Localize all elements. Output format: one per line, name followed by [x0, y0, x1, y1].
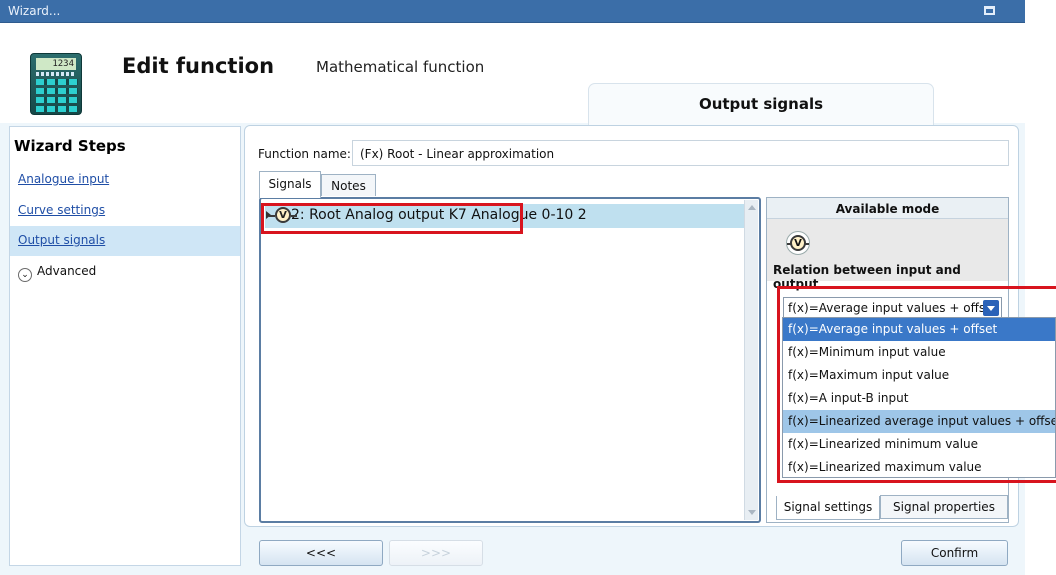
- step-curve-settings-link[interactable]: Curve settings: [18, 203, 105, 217]
- dropdown-option[interactable]: f(x)=Average input values + offset: [783, 318, 1055, 341]
- next-button[interactable]: >>>: [389, 540, 483, 566]
- step-output-signals[interactable]: Output signals: [10, 226, 240, 256]
- dropdown-option[interactable]: f(x)=Maximum input value: [783, 364, 1055, 387]
- wizard-window: Wizard... 1234 Edit function Mathematica…: [0, 0, 1056, 575]
- function-name-field[interactable]: (Fx) Root - Linear approximation: [352, 140, 1009, 166]
- tab-signal-settings[interactable]: Signal settings: [776, 496, 880, 520]
- tab-notes[interactable]: Notes: [321, 174, 376, 196]
- signal-highlight-box: [261, 203, 523, 234]
- chevron-down-icon[interactable]: ⌄: [18, 268, 32, 282]
- confirm-button[interactable]: Confirm: [901, 540, 1008, 566]
- dropdown-option[interactable]: f(x)=A input-B input: [783, 387, 1055, 410]
- signals-scrollbar[interactable]: [744, 200, 758, 520]
- step-advanced[interactable]: ⌄ Advanced: [10, 257, 240, 287]
- calculator-icon: 1234: [30, 53, 82, 115]
- dropdown-option[interactable]: f(x)=Linearized maximum value: [783, 456, 1055, 479]
- dropdown-option[interactable]: f(x)=Minimum input value: [783, 341, 1055, 364]
- page-title: Edit function: [122, 54, 275, 78]
- step-analogue-input-link[interactable]: Analogue input: [18, 172, 109, 186]
- back-button[interactable]: <<<: [259, 540, 383, 566]
- title-bar: Wizard...: [0, 0, 1025, 23]
- available-mode-title: Available mode: [767, 198, 1008, 219]
- maximize-icon[interactable]: [984, 6, 995, 15]
- tab-output-signals[interactable]: Output signals: [588, 83, 934, 125]
- wizard-steps-sidebar: Wizard Steps Analogue input Curve settin…: [9, 126, 241, 566]
- voltage-mode-icon[interactable]: V: [786, 231, 810, 255]
- step-advanced-label: Advanced: [37, 264, 97, 278]
- step-analogue-input[interactable]: Analogue input: [10, 165, 240, 195]
- dropdown-option[interactable]: f(x)=Linearized average input values + o…: [783, 410, 1055, 433]
- calculator-display: 1234: [36, 58, 76, 70]
- step-curve-settings[interactable]: Curve settings: [10, 196, 240, 226]
- tab-signals[interactable]: Signals: [259, 171, 321, 198]
- relation-dropdown-list: f(x)=Average input values + offset f(x)=…: [782, 317, 1056, 478]
- step-output-signals-link[interactable]: Output signals: [18, 233, 105, 247]
- scroll-down-icon[interactable]: [748, 510, 756, 515]
- wizard-steps-title: Wizard Steps: [14, 137, 126, 155]
- window-title: Wizard...: [8, 4, 61, 18]
- function-type: Mathematical function: [316, 58, 485, 76]
- tab-signal-properties[interactable]: Signal properties: [880, 495, 1008, 519]
- scroll-up-icon[interactable]: [748, 205, 756, 210]
- signals-list: V 2: Root Analog output K7 Analogue 0-10…: [259, 197, 761, 523]
- dropdown-option[interactable]: f(x)=Linearized minimum value: [783, 433, 1055, 456]
- function-name-label: Function name:: [258, 147, 351, 161]
